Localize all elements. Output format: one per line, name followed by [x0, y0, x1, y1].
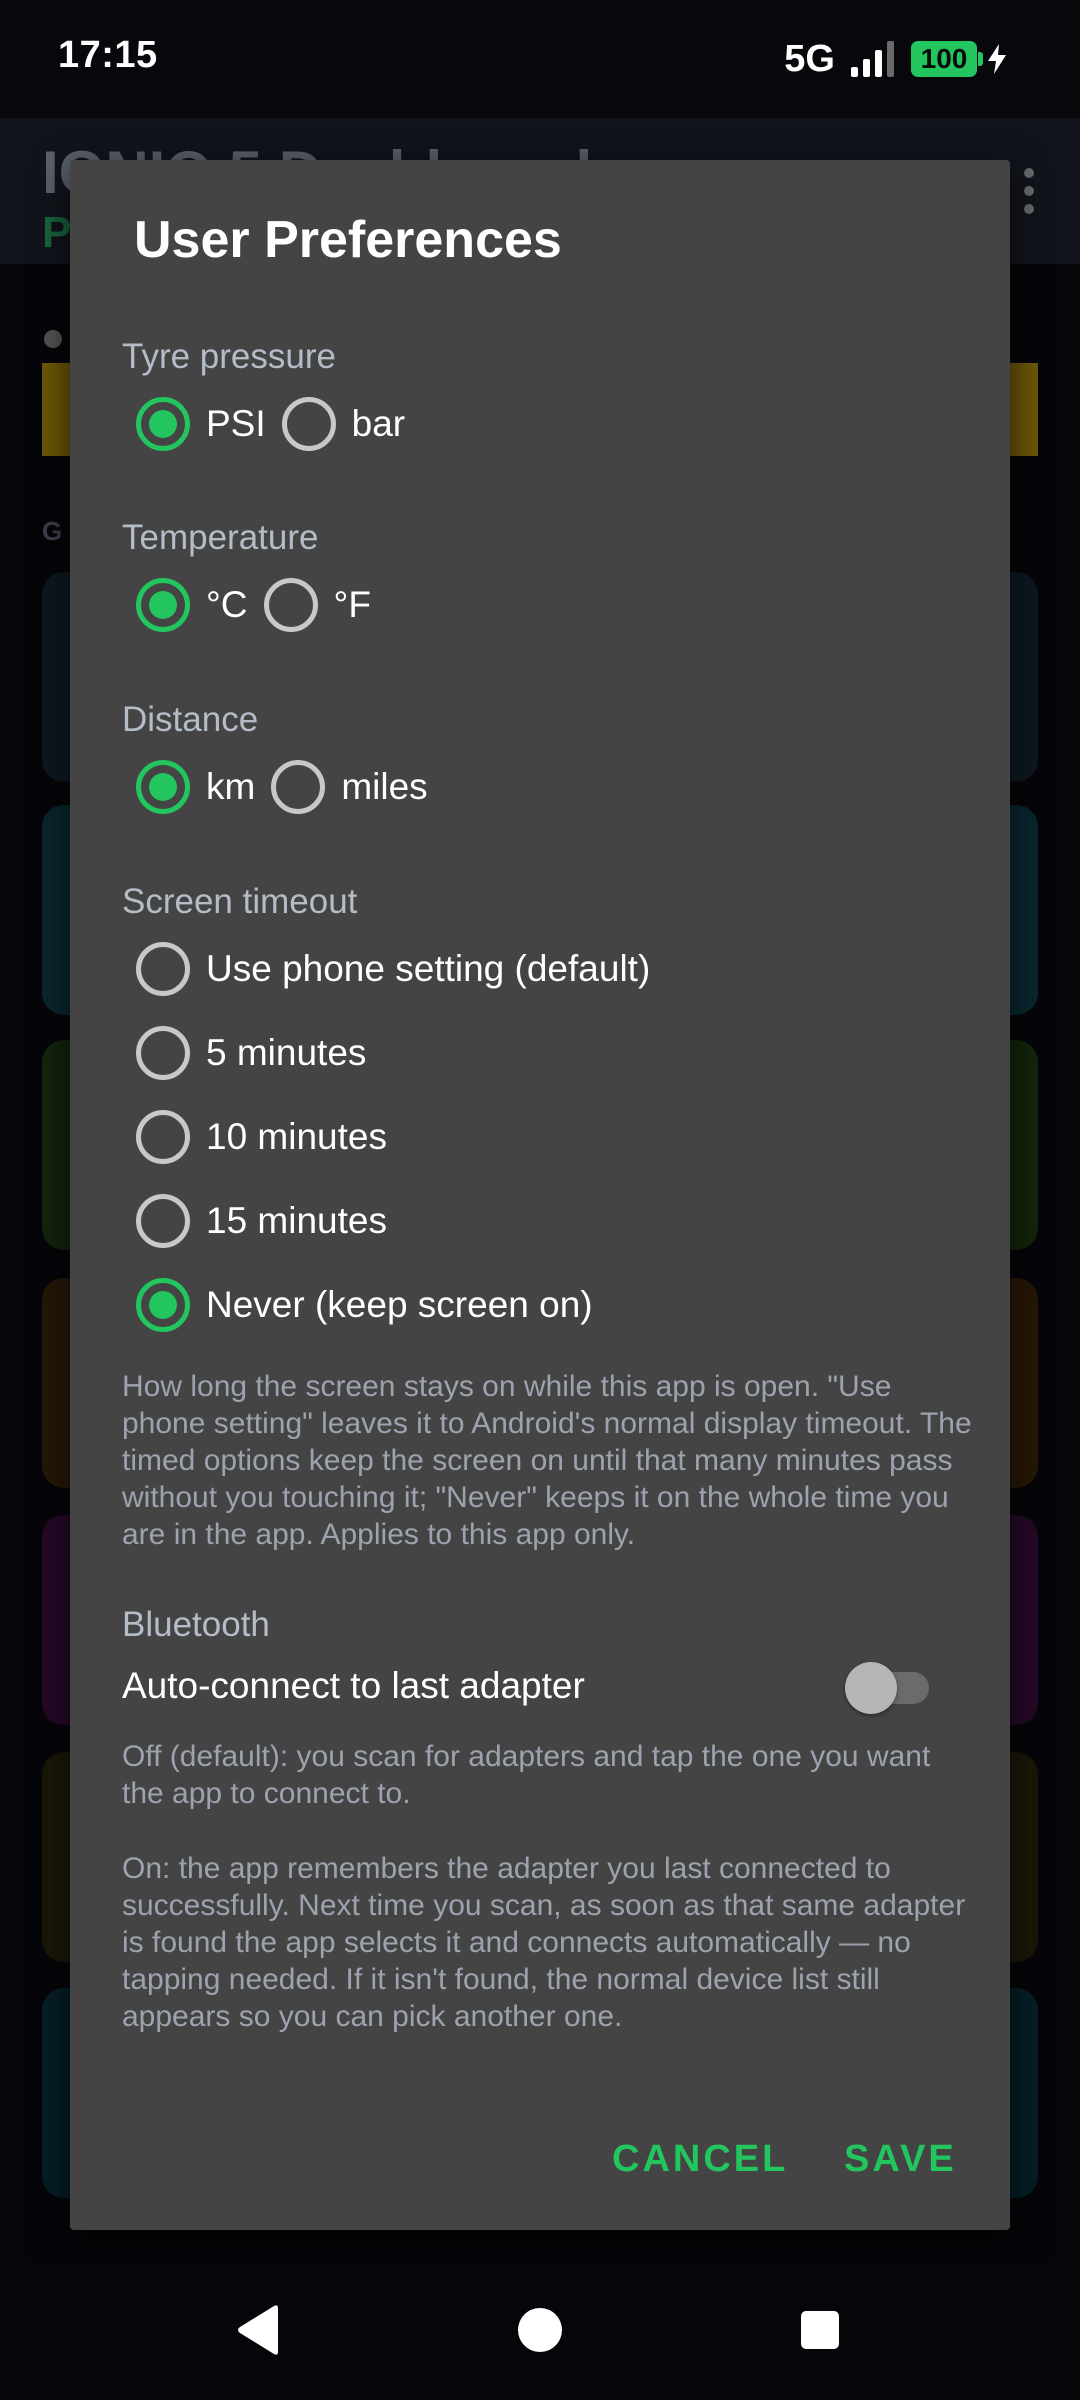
radio-fahrenheit-label[interactable]: °F [334, 584, 371, 626]
radio-km[interactable] [136, 760, 190, 814]
radio-bar[interactable] [281, 397, 336, 451]
radio-10-minutes[interactable] [136, 1110, 190, 1164]
timeout-option-15-minutes[interactable]: 15 minutes [136, 1191, 403, 1251]
overflow-menu-icon[interactable] [1022, 166, 1036, 216]
radio-phone-setting[interactable] [136, 942, 190, 996]
auto-connect-label: Auto-connect to last adapter [122, 1665, 585, 1706]
timeout-option-label[interactable]: Never (keep screen on) [206, 1284, 593, 1326]
radio-bar-label[interactable]: bar [352, 403, 405, 445]
distance-group: km miles [136, 757, 444, 817]
bluetooth-help-on: On: the app remembers the adapter you la… [122, 1852, 966, 2033]
back-icon[interactable] [220, 2290, 300, 2370]
radio-miles-label[interactable]: miles [341, 766, 427, 808]
battery-level: 100 [911, 41, 977, 77]
timeout-option-10-minutes[interactable]: 10 minutes [136, 1107, 403, 1167]
section-label: G [42, 516, 63, 546]
dialog-title: User Preferences [134, 211, 562, 269]
auto-connect-toggle[interactable] [845, 1660, 935, 1716]
radio-km-label[interactable]: km [206, 766, 255, 808]
timeout-option-5-minutes[interactable]: 5 minutes [136, 1023, 382, 1083]
timeout-option-label[interactable]: 5 minutes [206, 1032, 366, 1074]
network-type: 5G [784, 37, 835, 80]
radio-fahrenheit[interactable] [263, 578, 318, 632]
user-preferences-dialog: User Preferences Tyre pressure PSI bar T… [70, 160, 1010, 2230]
radio-psi-label[interactable]: PSI [206, 403, 266, 445]
radio-5-minutes[interactable] [136, 1026, 190, 1080]
timeout-option-label[interactable]: Use phone setting (default) [206, 948, 650, 990]
save-button[interactable]: SAVE [844, 2138, 957, 2181]
status-bar: 17:15 5G 100 [0, 0, 1080, 118]
radio-celsius[interactable] [136, 578, 190, 632]
home-icon[interactable] [500, 2290, 580, 2370]
timeout-option-label[interactable]: 10 minutes [206, 1116, 387, 1158]
toggle-thumb [845, 1662, 897, 1714]
battery-icon: 100 [911, 41, 1008, 77]
status-indicators: 5G 100 [784, 36, 1008, 82]
radio-15-minutes[interactable] [136, 1194, 190, 1248]
timeout-option-phone-setting[interactable]: Use phone setting (default) [136, 939, 666, 999]
bluetooth-help-off: Off (default): you scan for adapters and… [122, 1740, 931, 1810]
recents-icon[interactable] [780, 2290, 860, 2370]
distance-label: Distance [122, 700, 259, 739]
signal-icon [851, 41, 894, 77]
cancel-button[interactable]: CANCEL [612, 2138, 788, 2181]
timeout-option-never[interactable]: Never (keep screen on) [136, 1275, 609, 1335]
radio-psi[interactable] [136, 397, 190, 451]
radio-miles[interactable] [271, 760, 326, 814]
radio-celsius-label[interactable]: °C [206, 584, 248, 626]
bluetooth-label: Bluetooth [122, 1605, 270, 1644]
status-time: 17:15 [58, 34, 158, 76]
tyre-pressure-label: Tyre pressure [122, 337, 336, 376]
connection-indicator [44, 330, 62, 348]
tyre-pressure-group: PSI bar [136, 394, 421, 454]
screen-timeout-label: Screen timeout [122, 882, 358, 921]
navigation-bar [0, 2260, 1080, 2400]
timeout-option-label[interactable]: 15 minutes [206, 1200, 387, 1242]
charging-bolt-icon [988, 44, 1006, 74]
temperature-label: Temperature [122, 518, 319, 557]
temperature-group: °C °F [136, 575, 387, 635]
screen-timeout-help: How long the screen stays on while this … [122, 1370, 972, 1551]
radio-never[interactable] [136, 1278, 190, 1332]
app-subtitle: P [42, 208, 72, 257]
